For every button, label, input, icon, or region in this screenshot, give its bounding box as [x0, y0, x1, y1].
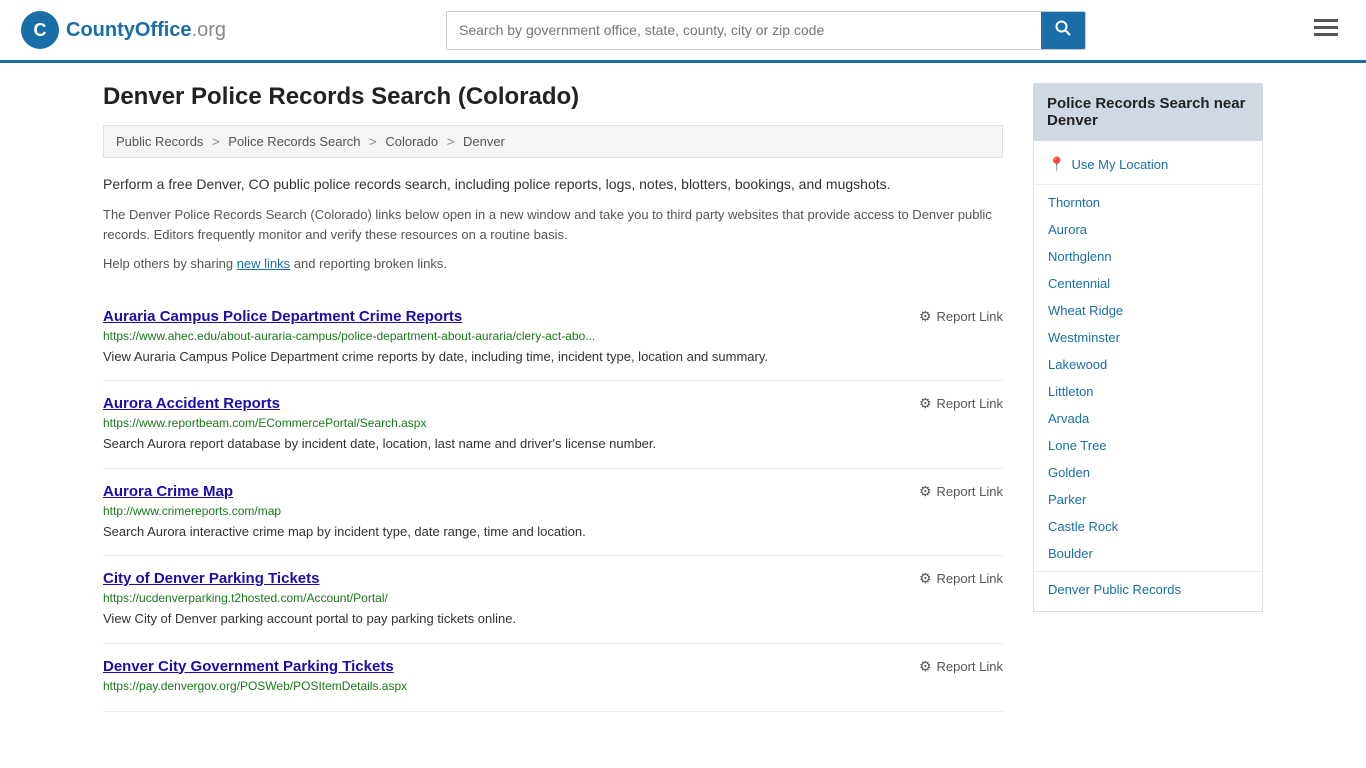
- sidebar-link-littleton[interactable]: Littleton: [1034, 378, 1262, 405]
- sidebar-link-golden[interactable]: Golden: [1034, 459, 1262, 486]
- result-item: City of Denver Parking Tickets ⚙ Report …: [103, 556, 1003, 644]
- logo-text: CountyOffice.org: [66, 19, 226, 42]
- sidebar-link-boulder[interactable]: Boulder: [1034, 540, 1262, 567]
- report-link-button-3[interactable]: ⚙ Report Link: [919, 570, 1003, 587]
- breadcrumb-colorado[interactable]: Colorado: [385, 134, 438, 149]
- result-title-4[interactable]: Denver City Government Parking Tickets: [103, 658, 394, 675]
- result-item: Auraria Campus Police Department Crime R…: [103, 294, 1003, 382]
- report-link-button-4[interactable]: ⚙ Report Link: [919, 658, 1003, 675]
- report-icon-2: ⚙: [919, 483, 932, 500]
- use-my-location-label: Use My Location: [1071, 157, 1168, 172]
- result-item: Aurora Accident Reports ⚙ Report Link ht…: [103, 381, 1003, 469]
- breadcrumb-police-records-search[interactable]: Police Records Search: [228, 134, 360, 149]
- breadcrumb-public-records[interactable]: Public Records: [116, 134, 203, 149]
- result-desc-2: Search Aurora interactive crime map by i…: [103, 522, 1003, 542]
- sidebar-link-northglenn[interactable]: Northglenn: [1034, 243, 1262, 270]
- sidebar-link-lone-tree[interactable]: Lone Tree: [1034, 432, 1262, 459]
- intro-paragraph-1: Perform a free Denver, CO public police …: [103, 174, 1003, 195]
- result-header-2: Aurora Crime Map ⚙ Report Link: [103, 483, 1003, 500]
- result-item: Aurora Crime Map ⚙ Report Link http://ww…: [103, 469, 1003, 557]
- sidebar-link-aurora[interactable]: Aurora: [1034, 216, 1262, 243]
- intro-paragraph-2: The Denver Police Records Search (Colora…: [103, 205, 1003, 244]
- sidebar-divider: [1034, 184, 1262, 185]
- result-header-0: Auraria Campus Police Department Crime R…: [103, 308, 1003, 325]
- report-link-button-0[interactable]: ⚙ Report Link: [919, 308, 1003, 325]
- logo-area: C CountyOffice.org: [20, 10, 226, 50]
- pin-icon: 📍: [1048, 156, 1065, 173]
- result-url-1: https://www.reportbeam.com/ECommercePort…: [103, 416, 753, 430]
- sidebar: Police Records Search near Denver 📍 Use …: [1033, 83, 1263, 712]
- result-desc-0: View Auraria Campus Police Department cr…: [103, 347, 1003, 367]
- report-link-label-4: Report Link: [937, 659, 1003, 674]
- search-icon: [1055, 20, 1071, 36]
- header: C CountyOffice.org: [0, 0, 1366, 63]
- report-link-label-2: Report Link: [937, 484, 1003, 499]
- result-title-3[interactable]: City of Denver Parking Tickets: [103, 570, 319, 587]
- result-title-2[interactable]: Aurora Crime Map: [103, 483, 233, 500]
- result-url-0: https://www.ahec.edu/about-auraria-campu…: [103, 329, 753, 343]
- report-link-label-1: Report Link: [937, 396, 1003, 411]
- sidebar-link-centennial[interactable]: Centennial: [1034, 270, 1262, 297]
- logo-icon: C: [20, 10, 60, 50]
- result-item: Denver City Government Parking Tickets ⚙…: [103, 644, 1003, 712]
- intro-paragraph-3: Help others by sharing new links and rep…: [103, 254, 1003, 274]
- report-icon-4: ⚙: [919, 658, 932, 675]
- result-url-4: https://pay.denvergov.org/POSWeb/POSItem…: [103, 679, 753, 693]
- menu-button[interactable]: [1306, 13, 1346, 47]
- result-header-3: City of Denver Parking Tickets ⚙ Report …: [103, 570, 1003, 587]
- report-icon-1: ⚙: [919, 395, 932, 412]
- sidebar-link-castle-rock[interactable]: Castle Rock: [1034, 513, 1262, 540]
- breadcrumb-sep-1: >: [212, 134, 220, 149]
- sidebar-link-parker[interactable]: Parker: [1034, 486, 1262, 513]
- result-url-2: http://www.crimereports.com/map: [103, 504, 753, 518]
- result-header-1: Aurora Accident Reports ⚙ Report Link: [103, 395, 1003, 412]
- sidebar-link-arvada[interactable]: Arvada: [1034, 405, 1262, 432]
- intro-p3-after: and reporting broken links.: [290, 256, 447, 271]
- sidebar-link-westminster[interactable]: Westminster: [1034, 324, 1262, 351]
- sidebar-links-list: ThorntonAuroraNorthglennCentennialWheat …: [1034, 189, 1262, 567]
- content-area: Denver Police Records Search (Colorado) …: [103, 83, 1003, 712]
- result-title-1[interactable]: Aurora Accident Reports: [103, 395, 280, 412]
- new-links-link[interactable]: new links: [237, 256, 290, 271]
- report-link-label-3: Report Link: [937, 571, 1003, 586]
- report-link-label-0: Report Link: [937, 309, 1003, 324]
- hamburger-icon: [1314, 19, 1338, 37]
- sidebar-link-thornton[interactable]: Thornton: [1034, 189, 1262, 216]
- main-wrapper: Denver Police Records Search (Colorado) …: [83, 63, 1283, 732]
- sidebar-link-denver-public-records[interactable]: Denver Public Records: [1034, 576, 1262, 603]
- report-link-button-2[interactable]: ⚙ Report Link: [919, 483, 1003, 500]
- use-my-location-button[interactable]: 📍 Use My Location: [1034, 149, 1262, 180]
- logo-suffix: .org: [192, 19, 226, 41]
- svg-text:C: C: [34, 20, 47, 40]
- result-url-3: https://ucdenverparking.t2hosted.com/Acc…: [103, 591, 753, 605]
- report-icon-3: ⚙: [919, 570, 932, 587]
- result-desc-1: Search Aurora report database by inciden…: [103, 434, 1003, 454]
- results-list: Auraria Campus Police Department Crime R…: [103, 294, 1003, 712]
- result-header-4: Denver City Government Parking Tickets ⚙…: [103, 658, 1003, 675]
- result-title-0[interactable]: Auraria Campus Police Department Crime R…: [103, 308, 462, 325]
- sidebar-title: Police Records Search near Denver: [1033, 83, 1263, 141]
- breadcrumb-sep-3: >: [447, 134, 455, 149]
- sidebar-content: 📍 Use My Location ThorntonAuroraNorthgle…: [1033, 141, 1263, 612]
- result-desc-3: View City of Denver parking account port…: [103, 609, 1003, 629]
- breadcrumb-denver[interactable]: Denver: [463, 134, 505, 149]
- intro-p3-before: Help others by sharing: [103, 256, 237, 271]
- report-icon-0: ⚙: [919, 308, 932, 325]
- breadcrumb-sep-2: >: [369, 134, 377, 149]
- report-link-button-1[interactable]: ⚙ Report Link: [919, 395, 1003, 412]
- breadcrumb: Public Records > Police Records Search >…: [103, 125, 1003, 158]
- search-area: [446, 11, 1086, 50]
- search-input[interactable]: [447, 14, 1041, 46]
- sidebar-link-lakewood[interactable]: Lakewood: [1034, 351, 1262, 378]
- search-button[interactable]: [1041, 12, 1085, 49]
- sidebar-divider-bottom: [1034, 571, 1262, 572]
- sidebar-link-wheat-ridge[interactable]: Wheat Ridge: [1034, 297, 1262, 324]
- page-title: Denver Police Records Search (Colorado): [103, 83, 1003, 111]
